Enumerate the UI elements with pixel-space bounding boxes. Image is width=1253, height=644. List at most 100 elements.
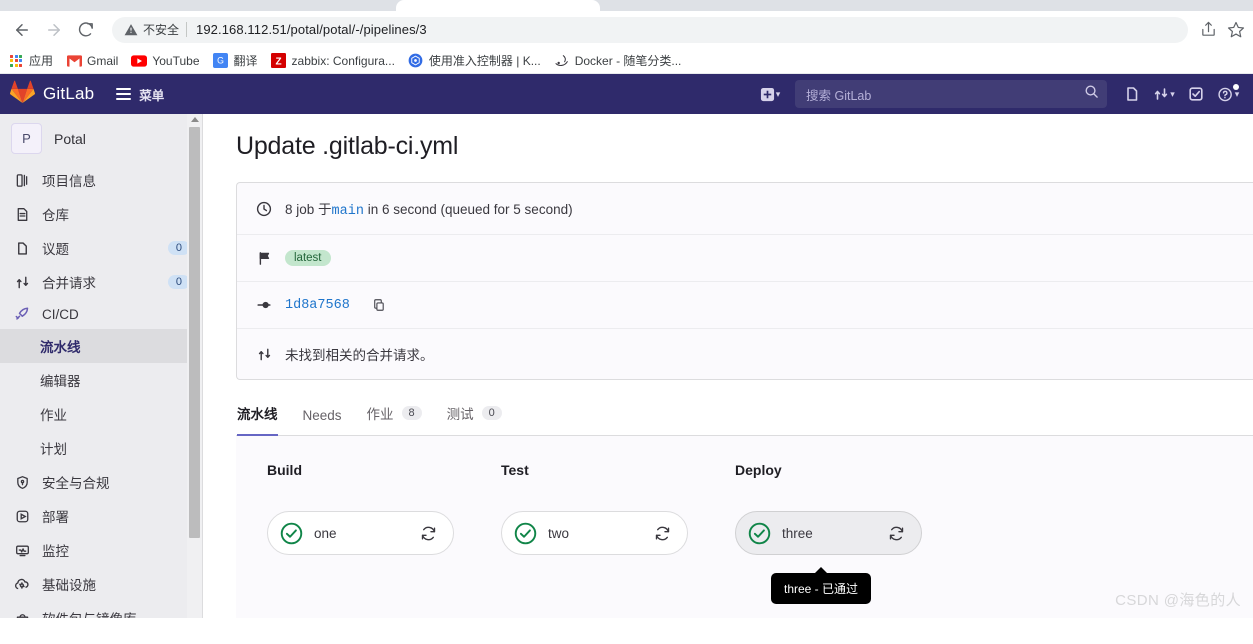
job-name: three — [782, 525, 813, 541]
sidebar-item-label: 部署 — [42, 510, 69, 525]
issues-button[interactable] — [1117, 80, 1147, 108]
pipeline-graph: Build one Test two Deploy three three - … — [236, 436, 1253, 618]
copy-sha-icon[interactable] — [372, 298, 386, 312]
deploy-icon — [14, 508, 30, 524]
status-passed-icon — [748, 522, 771, 545]
sidebar-item-packages[interactable]: 软件包与镜像库 — [0, 601, 202, 618]
main-content: Update .gitlab-ci.yml 8 job 于main in 6 s… — [203, 114, 1253, 618]
browser-tab-inactive[interactable] — [0, 0, 392, 11]
pipeline-ref-link[interactable]: main — [332, 204, 364, 219]
bookmark-zabbix[interactable]: Z zabbix: Configura... — [271, 53, 395, 69]
scroll-up-arrow-icon[interactable] — [190, 117, 199, 122]
help-notification-dot — [1233, 84, 1239, 90]
sidebar-item-schedules[interactable]: 计划 — [0, 431, 202, 465]
svg-text:Z: Z — [275, 56, 281, 67]
job-name: two — [548, 525, 570, 541]
gmail-icon — [66, 53, 82, 69]
sidebar-item-label: CI/CD — [42, 306, 79, 322]
no-mr-text: 未找到相关的合并请求。 — [285, 348, 434, 363]
sidebar-item-infrastructure[interactable]: 基础设施 — [0, 567, 202, 601]
tooltip-text: three - 已通过 — [784, 582, 859, 596]
stage-test: Test two — [501, 462, 688, 555]
job-node-two[interactable]: two — [501, 511, 688, 555]
sidebar-scrollbar[interactable] — [187, 114, 202, 618]
help-button[interactable]: ▾ — [1213, 80, 1243, 108]
job-node-one[interactable]: one — [267, 511, 454, 555]
gitlab-home-link[interactable]: GitLab — [9, 80, 95, 109]
infrastructure-icon — [14, 576, 30, 592]
share-icon[interactable] — [1200, 21, 1217, 38]
bookmark-label: YouTube — [152, 53, 200, 68]
browser-toolbar: 不安全 192.168.112.51/potal/potal/-/pipelin… — [0, 11, 1253, 48]
browser-tab-active[interactable] — [396, 0, 600, 11]
clock-icon — [256, 201, 272, 217]
monitor-icon — [14, 542, 30, 558]
pipeline-info-card: 8 job 于main in 6 second (queued for 5 se… — [236, 182, 1253, 380]
forward-button[interactable] — [40, 16, 68, 44]
sidebar-item-security[interactable]: 安全与合规 — [0, 465, 202, 499]
tab-needs[interactable]: Needs — [303, 408, 342, 436]
not-secure-icon — [124, 23, 138, 37]
job-node-three[interactable]: three — [735, 511, 922, 555]
bookmark-gmail[interactable]: Gmail — [66, 53, 118, 69]
tab-jobs[interactable]: 作业 8 — [367, 403, 422, 436]
bookmark-translate[interactable]: G 翻译 — [213, 52, 258, 69]
new-dropdown-button[interactable]: ▾ — [755, 80, 785, 108]
back-button[interactable] — [8, 16, 36, 44]
main-menu-button[interactable]: 菜单 — [116, 85, 164, 104]
sidebar-item-project-info[interactable]: 项目信息 — [0, 163, 202, 197]
apps-grid-icon — [8, 53, 24, 69]
translate-icon: G — [213, 53, 229, 69]
bookmark-label: 翻译 — [233, 54, 258, 68]
tab-pipeline[interactable]: 流水线 — [237, 403, 278, 436]
scrollbar-thumb[interactable] — [189, 127, 200, 538]
bookmark-label: 使用准入控制器 | K... — [428, 54, 541, 68]
bookmark-apps[interactable]: 应用 — [8, 52, 53, 69]
sidebar-item-label: 安全与合规 — [42, 476, 110, 491]
url-text: 192.168.112.51/potal/potal/-/pipelines/3 — [196, 22, 427, 37]
bookmark-docker[interactable]: Docker - 随笔分类... — [554, 52, 681, 69]
stage-deploy: Deploy three three - 已通过 — [735, 462, 922, 604]
bookmark-youtube[interactable]: YouTube — [131, 53, 200, 69]
sidebar-item-monitor[interactable]: 监控 — [0, 533, 202, 567]
bookmark-k8s[interactable]: 使用准入控制器 | K... — [408, 52, 541, 69]
bookmark-label: 应用 — [29, 54, 54, 68]
chevron-down-icon: ▾ — [775, 88, 781, 99]
sidebar-item-jobs[interactable]: 作业 — [0, 397, 202, 431]
sidebar-item-merge-requests[interactable]: 合并请求 0 — [0, 265, 202, 299]
tab-tests[interactable]: 测试 0 — [447, 403, 502, 436]
sidebar-item-pipelines[interactable]: 流水线 — [0, 329, 202, 363]
todos-button[interactable] — [1181, 80, 1211, 108]
sidebar-nav: 项目信息 仓库 议题 0 合并请求 0 CI/CD 流水线 编辑器 作业 计划 … — [0, 163, 202, 618]
gitlab-brand-label: GitLab — [43, 84, 95, 103]
stage-title: Test — [501, 462, 529, 478]
svg-text:G: G — [217, 56, 224, 66]
tab-label: 作业 — [366, 407, 394, 422]
sidebar-item-cicd[interactable]: CI/CD — [0, 299, 202, 329]
sidebar-item-label: 监控 — [42, 544, 69, 559]
retry-job-button[interactable] — [414, 519, 443, 548]
rocket-icon — [14, 306, 30, 322]
project-header-link[interactable]: P Potal — [0, 114, 202, 163]
address-bar[interactable]: 不安全 192.168.112.51/potal/potal/-/pipelin… — [112, 16, 1188, 43]
pipeline-mr-row: 未找到相关的合并请求。 — [237, 329, 1253, 379]
sidebar-item-repository[interactable]: 仓库 — [0, 197, 202, 231]
bookmark-label: zabbix: Configura... — [291, 53, 395, 68]
sidebar-item-editor[interactable]: 编辑器 — [0, 363, 202, 397]
sidebar-item-issues[interactable]: 议题 0 — [0, 231, 202, 265]
jobs-summary-prefix: 8 job 于 — [285, 202, 332, 217]
reload-button[interactable] — [72, 16, 100, 44]
search-input[interactable]: 搜索 GitLab — [795, 80, 1107, 108]
merge-requests-button[interactable]: ▾ — [1149, 80, 1179, 108]
pipeline-duration-row: 8 job 于main in 6 second (queued for 5 se… — [237, 183, 1253, 235]
job-name: one — [314, 525, 337, 541]
shield-icon — [14, 474, 30, 490]
jobs-summary-suffix: in 6 second (queued for 5 second) — [367, 202, 573, 217]
latest-badge: latest — [285, 250, 331, 266]
retry-job-button[interactable] — [882, 519, 911, 548]
sidebar-item-deployments[interactable]: 部署 — [0, 499, 202, 533]
commit-sha-link[interactable]: 1d8a7568 — [285, 298, 350, 313]
tooltip-arrow-icon — [814, 567, 829, 574]
bookmark-star-icon[interactable] — [1227, 21, 1245, 39]
retry-job-button[interactable] — [648, 519, 677, 548]
